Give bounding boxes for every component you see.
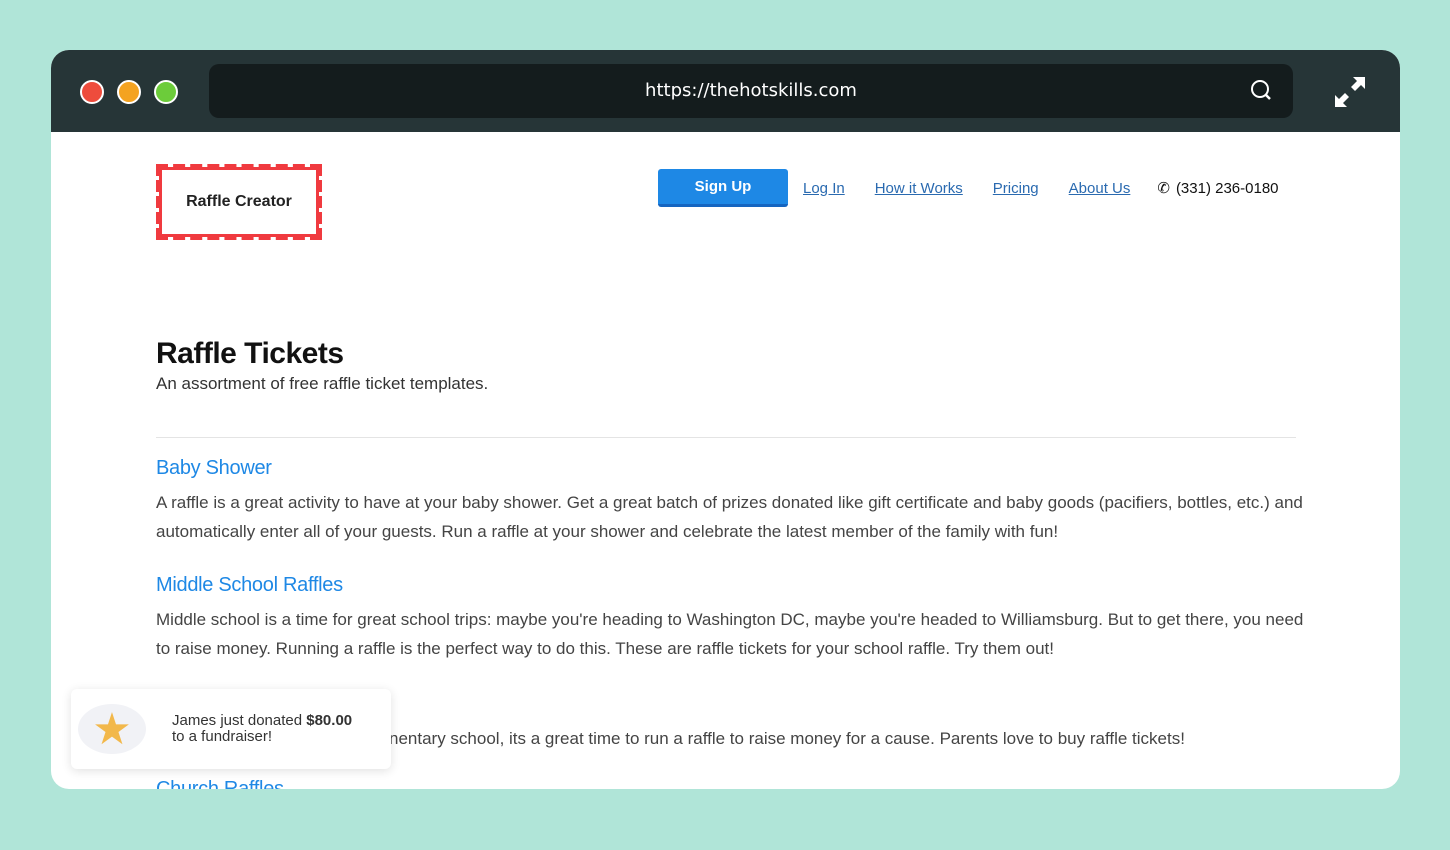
toast-amount: $80.00 xyxy=(306,712,353,729)
star-icon: ★ xyxy=(78,704,146,754)
expand-icon[interactable] xyxy=(1333,75,1367,109)
page-title: Raffle Tickets xyxy=(156,337,344,370)
section-text: Middle school is a time for great school… xyxy=(156,610,1304,658)
minimize-window-button[interactable] xyxy=(117,80,141,104)
web-page: Raffle Creator Sign Up Log In How it Wor… xyxy=(51,132,1400,789)
page-subtitle: An assortment of free raffle ticket temp… xyxy=(156,374,489,393)
search-icon[interactable] xyxy=(1249,78,1275,104)
nav-pricing[interactable]: Pricing xyxy=(993,180,1039,197)
phone-number[interactable]: ✆ (331) 236-0180 xyxy=(1157,179,1279,198)
logo-text: Raffle Creator xyxy=(186,193,292,210)
url-text: https://thehotskills.com xyxy=(645,80,857,101)
toast-message: James just donated $80.00 to a fundraise… xyxy=(172,713,352,745)
toast-text: James just donated xyxy=(172,712,303,729)
nav-log-in[interactable]: Log In xyxy=(803,180,845,197)
maximize-window-button[interactable] xyxy=(154,80,178,104)
address-bar[interactable]: https://thehotskills.com xyxy=(209,64,1293,118)
logo[interactable]: Raffle Creator xyxy=(156,164,322,240)
nav-about-us[interactable]: About Us xyxy=(1069,180,1131,197)
section-title[interactable]: Baby Shower xyxy=(156,457,1306,480)
section-text: A raffle is a great activity to have at … xyxy=(156,493,1303,541)
section-church: Church Raffles xyxy=(156,778,1306,789)
close-window-button[interactable] xyxy=(80,80,104,104)
section-title[interactable]: Church Raffles xyxy=(156,778,1306,789)
donation-toast[interactable]: ★ James just donated $80.00 to a fundrai… xyxy=(71,689,391,769)
divider xyxy=(156,437,1296,438)
section-elementary: nentary school, its a great time to run … xyxy=(389,724,1400,753)
browser-toolbar: https://thehotskills.com xyxy=(51,50,1400,132)
sign-up-button[interactable]: Sign Up xyxy=(658,169,788,207)
top-nav: Sign Up Log In How it Works Pricing Abou… xyxy=(658,169,1279,207)
section-baby-shower: Baby Shower A raffle is a great activity… xyxy=(156,457,1306,546)
section-text: nentary school, its a great time to run … xyxy=(389,729,1185,748)
toast-text-2: to a fundraiser! xyxy=(172,728,273,745)
section-middle-school: Middle School Raffles Middle school is a… xyxy=(156,574,1306,663)
section-title[interactable]: Middle School Raffles xyxy=(156,574,1306,597)
phone-icon: ✆ xyxy=(1157,180,1170,197)
phone-text: (331) 236-0180 xyxy=(1175,179,1279,197)
nav-how-it-works[interactable]: How it Works xyxy=(875,180,963,197)
browser-window: https://thehotskills.com Raffle Creator … xyxy=(51,50,1400,789)
